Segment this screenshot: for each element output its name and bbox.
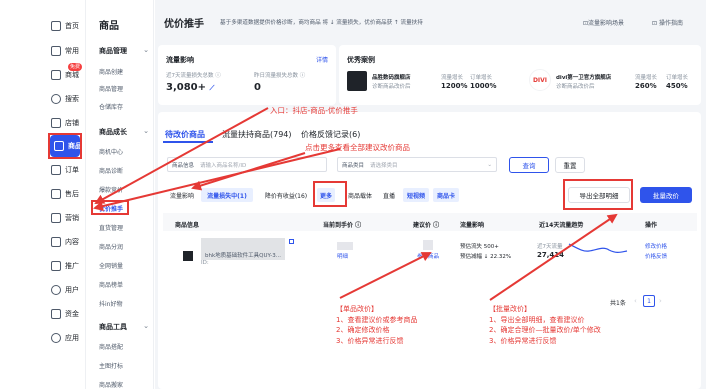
annotation-more: 点击更多查看全部建议改价商品 — [305, 143, 410, 152]
annotation-entry: 入口：抖店-商品-优价推手 — [270, 106, 358, 115]
annotation-batch: 【批量改价】 1、导出全部明细，查看建议价 2、确定合理价—批量改价/单个修改 … — [489, 305, 601, 345]
annotation-single: 【单品改价】 1、查看建议价或参考商品 2、确定修改价格 3、价格异常进行反馈 — [336, 305, 418, 345]
